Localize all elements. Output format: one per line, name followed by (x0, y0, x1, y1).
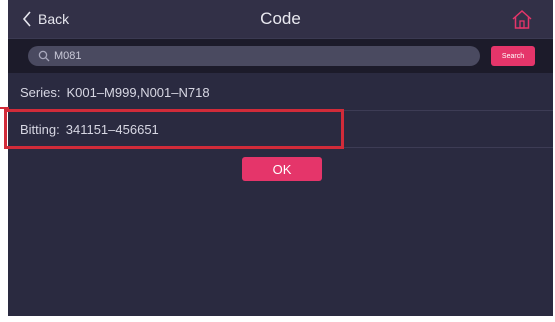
series-value: K001–M999,N001–N718 (66, 84, 210, 100)
highlight-leader-line (0, 107, 9, 109)
bitting-value: 341151–456651 (65, 121, 159, 137)
series-label: Series: (20, 84, 61, 100)
back-label: Back (38, 11, 70, 27)
top-bar: Back Code (8, 0, 553, 39)
back-button[interactable]: Back (22, 9, 69, 29)
bitting-row: Bitting: 341151–456651 (8, 111, 553, 148)
bitting-label: Bitting: (20, 121, 60, 137)
page-title: Code (260, 9, 301, 28)
search-bar: Search (8, 39, 553, 73)
search-field[interactable] (28, 46, 480, 66)
chevron-left-icon (22, 11, 31, 27)
home-button[interactable] (511, 8, 533, 30)
home-icon (512, 9, 532, 29)
ok-button[interactable]: OK (242, 157, 322, 181)
search-input[interactable] (54, 50, 454, 62)
series-row: Series: K001–M999,N001–N718 (8, 74, 553, 111)
search-button[interactable]: Search (491, 46, 535, 66)
search-icon (38, 50, 50, 62)
app-screen: Back Code Search Series: K001–M999,N001–… (8, 0, 553, 316)
